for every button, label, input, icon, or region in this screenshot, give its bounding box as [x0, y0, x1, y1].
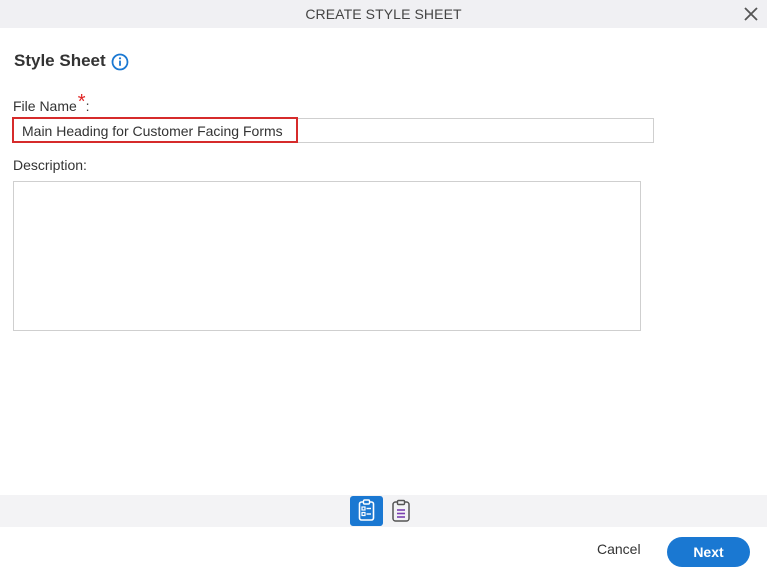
description-label: Description:: [13, 157, 87, 173]
description-textarea[interactable]: [13, 181, 641, 331]
close-icon[interactable]: [741, 4, 761, 24]
file-name-label: File Name*:: [13, 91, 90, 117]
step-form-button[interactable]: [350, 496, 383, 526]
form-steps-icon: [358, 499, 375, 521]
file-name-value[interactable]: Main Heading for Customer Facing Forms: [22, 123, 283, 139]
next-button[interactable]: Next: [667, 537, 750, 567]
required-marker: *: [77, 91, 86, 113]
file-name-label-colon: :: [85, 98, 90, 114]
dialog-title-bar: CREATE STYLE SHEET: [0, 0, 767, 28]
cancel-button[interactable]: Cancel: [597, 541, 641, 557]
step-summary-button[interactable]: [388, 498, 414, 524]
step-bar: [0, 495, 767, 527]
section-title: Style Sheet: [14, 51, 106, 70]
info-icon[interactable]: [111, 53, 129, 71]
dialog-title: CREATE STYLE SHEET: [305, 6, 462, 22]
clipboard-icon: [392, 499, 410, 522]
file-name-label-text: File Name: [13, 98, 77, 114]
